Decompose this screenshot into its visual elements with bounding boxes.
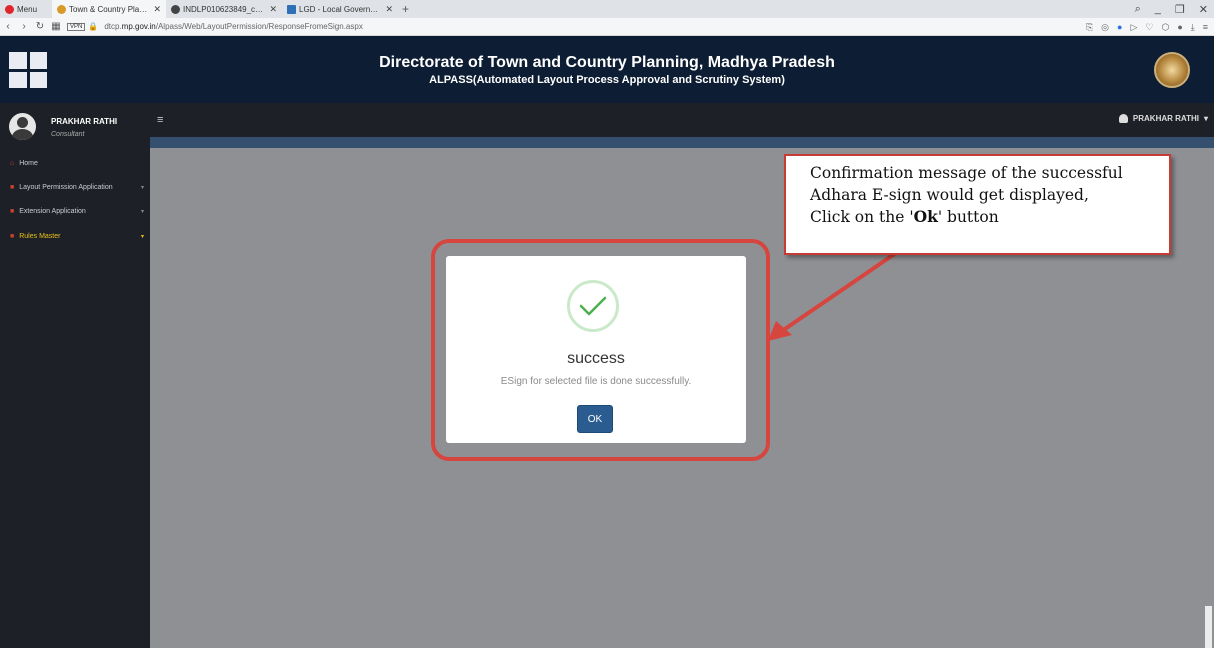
vpn-badge[interactable]: VPN — [67, 22, 86, 31]
screen: Menu Town & Country Planning ✕ INDLP0106… — [0, 0, 1214, 648]
sidebar-item-rules-master[interactable]: ■ Rules Master ▾ — [0, 229, 150, 243]
lgd-favicon-icon — [287, 4, 296, 14]
annotation-arrow — [768, 251, 898, 341]
user-menu-dropdown[interactable]: PRAKHAR RATHI ▾ — [1118, 114, 1208, 123]
browser-extension-icons: ⎘ ◎ ● ▷ ♡ ⬡ ● ⤓ ≡ — [1086, 18, 1208, 36]
annotation-text: Confirmation message of the successful A… — [810, 164, 1123, 226]
tab-title: LGD - Local Government D — [299, 4, 382, 14]
profile-icon[interactable]: ● — [1177, 22, 1182, 32]
settings-menu-icon[interactable]: ≡ — [1203, 22, 1208, 32]
chevron-down-icon: ▾ — [1203, 114, 1208, 123]
sidebar-item-label: Home — [19, 159, 38, 167]
speed-dial-icon[interactable]: ▦ — [48, 21, 64, 32]
chevron-down-icon: ▾ — [140, 233, 144, 240]
annotation-callout: Confirmation message of the successful A… — [784, 154, 1171, 255]
share-icon[interactable]: ⎘ — [1086, 22, 1093, 33]
folder-icon: ■ — [10, 183, 15, 191]
sidebar-item-home[interactable]: ⌂ Home — [0, 156, 150, 170]
heart-icon[interactable]: ♡ — [1145, 22, 1153, 33]
sidebar-item-label: Extension Application — [19, 207, 86, 215]
tab-title: INDLP010623849_c22cf95 — [183, 4, 266, 14]
folder-icon: ■ — [10, 232, 15, 240]
browser-menu-button[interactable]: Menu — [0, 0, 52, 18]
sidebar-item-extension[interactable]: ■ Extension Application ▾ — [0, 204, 150, 218]
site-title: Directorate of Town and Country Planning… — [379, 54, 835, 71]
camera-icon[interactable]: ◎ — [1101, 22, 1109, 33]
close-window-icon[interactable]: ✕ — [1199, 3, 1208, 16]
government-emblem-icon — [1154, 52, 1190, 88]
cube-icon[interactable]: ⬡ — [1161, 22, 1169, 33]
tab-indlp-document[interactable]: INDLP010623849_c22cf95 ✕ — [166, 0, 282, 18]
chevron-down-icon: ▾ — [140, 208, 144, 215]
folder-icon: ■ — [10, 207, 15, 215]
sidebar-item-layout-permission[interactable]: ■ Layout Permission Application ▾ — [0, 180, 150, 194]
window-controls: ⌕ _ ❐ ✕ — [1135, 0, 1208, 18]
search-tabs-icon[interactable]: ⌕ — [1135, 3, 1141, 16]
tab-title: Town & Country Planning — [69, 4, 151, 14]
chevron-down-icon: ▾ — [140, 184, 144, 191]
sidebar-user-role: Consultant — [51, 131, 85, 138]
main-topbar: ≡ PRAKHAR RATHI ▾ — [150, 103, 1214, 137]
restore-icon[interactable]: ❐ — [1175, 3, 1185, 16]
back-icon[interactable]: ‹ — [0, 21, 16, 32]
site-favicon-icon — [57, 4, 66, 14]
sidebar-user-name: PRAKHAR RATHI — [51, 117, 118, 126]
content-header-strip — [150, 137, 1214, 148]
new-tab-icon[interactable]: + — [398, 2, 413, 16]
sidebar-user-panel: PRAKHAR RATHI Consultant — [0, 103, 150, 148]
send-icon[interactable]: ▷ — [1130, 22, 1137, 33]
browser-tab-bar: Menu Town & Country Planning ✕ INDLP0106… — [0, 0, 1214, 18]
user-icon — [1118, 114, 1128, 123]
hamburger-menu-icon[interactable]: ≡ — [157, 114, 163, 126]
forward-icon[interactable]: › — [16, 21, 32, 32]
url-field[interactable]: dtcp.mp.gov.in/Alpass/Web/LayoutPermissi… — [104, 22, 363, 31]
topbar-user-name: PRAKHAR RATHI — [1132, 114, 1199, 123]
scrollbar-thumb[interactable] — [1205, 606, 1212, 648]
avatar — [9, 113, 36, 140]
sidebar-item-label: Layout Permission Application — [19, 183, 113, 191]
globe-icon — [171, 4, 180, 14]
site-subtitle: ALPASS(Automated Layout Process Approval… — [429, 74, 785, 86]
reload-icon[interactable]: ↻ — [32, 21, 48, 32]
tab-lgd[interactable]: LGD - Local Government D ✕ — [282, 0, 398, 18]
site-header: Directorate of Town and Country Planning… — [0, 36, 1214, 103]
lock-icon[interactable]: 🔒 — [88, 22, 98, 31]
highlight-frame — [431, 239, 770, 461]
tab-close-icon[interactable]: ✕ — [385, 4, 393, 15]
sidebar-item-label: Rules Master — [19, 232, 61, 240]
opera-icon — [5, 4, 14, 14]
tab-town-country-planning[interactable]: Town & Country Planning ✕ — [52, 0, 166, 18]
tab-close-icon[interactable]: ✕ — [153, 4, 161, 15]
download-icon[interactable]: ⤓ — [1191, 22, 1195, 33]
browser-address-bar: ‹ › ↻ ▦ VPN 🔒 dtcp.mp.gov.in/Alpass/Web/… — [0, 18, 1214, 36]
sidebar: PRAKHAR RATHI Consultant ⌂ Home ■ Layout… — [0, 103, 150, 648]
minimize-icon[interactable]: _ — [1155, 3, 1161, 15]
browser-menu-label: Menu — [17, 4, 38, 14]
shield-icon[interactable]: ● — [1117, 22, 1122, 32]
home-icon: ⌂ — [10, 159, 15, 167]
tab-close-icon[interactable]: ✕ — [269, 4, 277, 15]
